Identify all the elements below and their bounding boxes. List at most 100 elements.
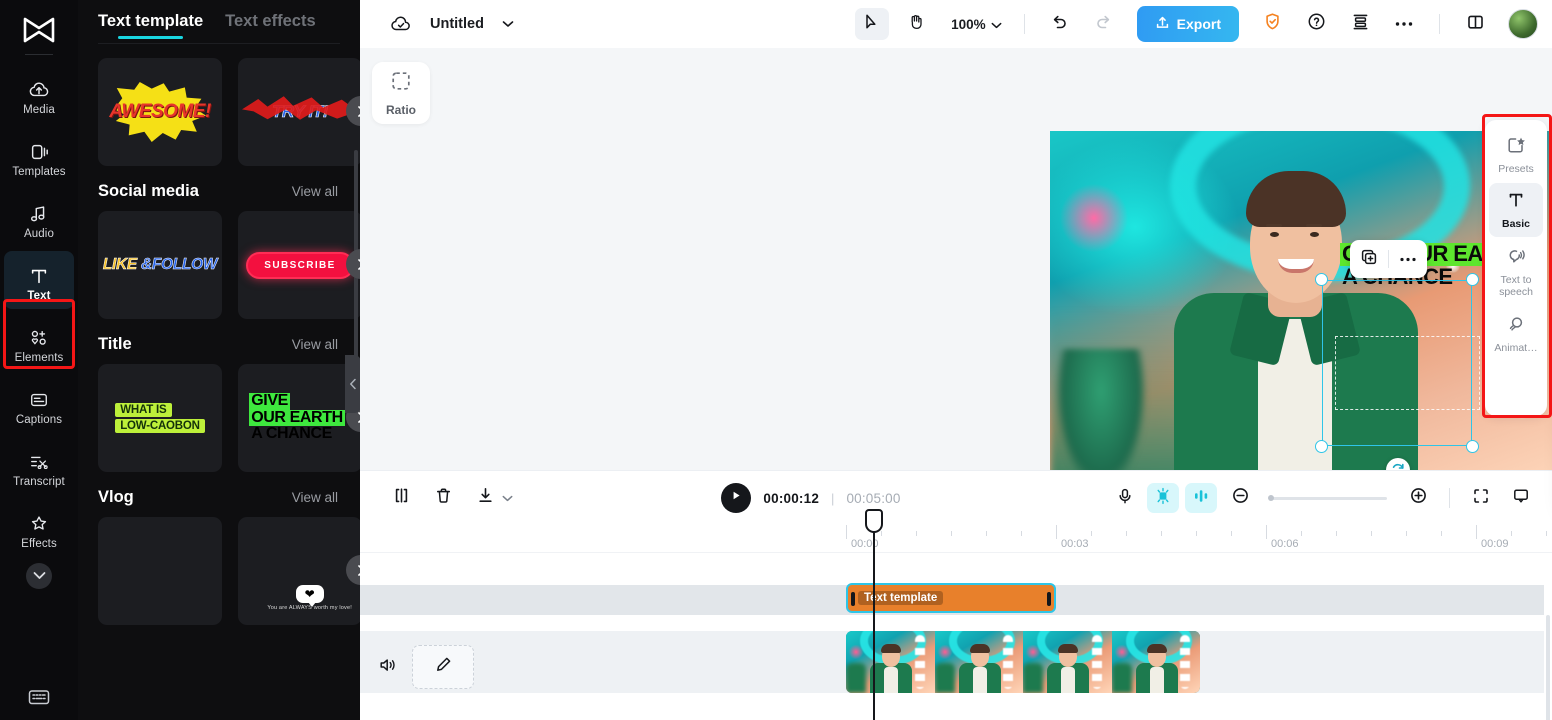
timeline-toolbar: 00:00:12 | 00:05:00 — [360, 471, 1552, 525]
tool-presets[interactable]: Presets — [1489, 128, 1543, 181]
sidebar-divider — [25, 54, 53, 55]
panel-collapse-handle[interactable] — [345, 355, 360, 413]
text-clip[interactable]: Text template — [846, 583, 1056, 613]
selection-box[interactable] — [1315, 273, 1479, 453]
help-button[interactable] — [1299, 8, 1333, 40]
more-horizontal-icon — [1394, 15, 1414, 33]
sidebar-item-templates[interactable]: Templates — [4, 127, 74, 185]
sidebar-expand-button[interactable] — [26, 563, 52, 589]
hand-tool-button[interactable] — [899, 8, 933, 40]
sidebar-item-audio[interactable]: Audio — [4, 189, 74, 247]
more-options-button[interactable] — [1387, 8, 1421, 40]
clip-trim-left[interactable] — [851, 592, 855, 606]
hand-pan-icon — [907, 13, 925, 36]
shield-button[interactable] — [1255, 8, 1289, 40]
audio-mixer-button[interactable] — [1185, 483, 1217, 513]
keyboard-shortcuts-icon[interactable] — [27, 687, 51, 712]
export-button[interactable]: Export — [1136, 6, 1239, 42]
view-all-link[interactable]: View all — [292, 337, 338, 352]
template-card-give-our-earth[interactable]: GIVE OUR EARTH A CHANCE — [238, 364, 360, 472]
canvas-more-button[interactable] — [1389, 240, 1427, 278]
chevron-down-icon[interactable] — [502, 20, 514, 28]
template-thumb-art: ❤ You are ALWAYS worth my love! — [267, 585, 352, 611]
duplicate-button[interactable] — [1350, 240, 1388, 278]
tool-animation[interactable]: Animat… — [1489, 307, 1543, 360]
split-view-button[interactable] — [1458, 8, 1492, 40]
template-card-like-follow[interactable]: LIKE &FOLLOW — [98, 211, 222, 319]
tab-label: Text template — [98, 12, 204, 30]
track-controls — [378, 645, 474, 689]
shield-check-icon — [1263, 12, 1282, 36]
microphone-button[interactable] — [1109, 483, 1141, 513]
template-grid: ❤ You are ALWAYS worth my love! — [98, 517, 360, 625]
template-grid: LIKE &FOLLOW SUBSCRIBE — [98, 211, 360, 319]
crop-ratio-icon — [390, 70, 412, 97]
zoom-in-icon — [1409, 486, 1428, 510]
resize-handle-top-left[interactable] — [1315, 273, 1328, 286]
playhead-knob[interactable] — [865, 509, 883, 533]
volume-icon[interactable] — [378, 656, 398, 679]
view-all-link[interactable]: View all — [292, 184, 338, 199]
resize-handle-top-right[interactable] — [1466, 273, 1479, 286]
sidebar-item-captions[interactable]: Captions — [4, 375, 74, 433]
music-note-icon — [28, 198, 50, 224]
video-preview[interactable]: GIVE OUR EARTH A CHANCE — [1050, 131, 1552, 489]
playhead[interactable] — [865, 509, 883, 720]
timeline-scrollbar[interactable] — [1546, 615, 1550, 720]
capcut-editor: Media Templates Audio Text Elements Capt… — [0, 0, 1552, 720]
tab-text-effects[interactable]: Text effects — [225, 12, 315, 43]
sidebar-item-transcript[interactable]: Transcript — [4, 437, 74, 495]
template-card-awesome[interactable]: AWESOME! — [98, 58, 222, 166]
resize-handle-bottom-right[interactable] — [1466, 440, 1479, 453]
undo-button[interactable] — [1043, 8, 1077, 40]
template-card-what-is-low-carbon[interactable]: WHAT IS LOW-CAOBON — [98, 364, 222, 472]
edit-clip-button[interactable] — [412, 645, 474, 689]
timeline-zoom-slider[interactable] — [1268, 495, 1387, 501]
tool-text-to-speech[interactable]: Text to speech — [1489, 239, 1543, 305]
effects-star-icon — [28, 508, 50, 534]
preview-frame-image — [1050, 131, 1552, 489]
auto-speed-button[interactable] — [1147, 483, 1179, 513]
template-card-subscribe[interactable]: SUBSCRIBE — [238, 211, 360, 319]
view-all-link[interactable]: View all — [292, 490, 338, 505]
split-button[interactable] — [384, 482, 418, 514]
preview-window-button[interactable] — [1504, 482, 1538, 514]
ruler-label: 00:03 — [1061, 538, 1089, 550]
zoom-out-button[interactable] — [1223, 482, 1257, 514]
sidebar-item-effects[interactable]: Effects — [4, 499, 74, 557]
layers-button[interactable] — [1343, 8, 1377, 40]
timeline-zoom-knob[interactable] — [1268, 495, 1274, 501]
project-title[interactable]: Untitled — [430, 16, 484, 32]
template-card-try-it[interactable]: TRY IT! — [238, 58, 360, 166]
resize-handle-bottom-left[interactable] — [1315, 440, 1328, 453]
ratio-button[interactable]: Ratio — [372, 62, 430, 124]
fit-to-screen-button[interactable] — [1464, 482, 1498, 514]
template-thumb-text: GIVE OUR EARTH A CHANCE — [249, 392, 345, 443]
delete-button[interactable] — [426, 482, 460, 514]
video-clip[interactable] — [846, 631, 1200, 693]
chevron-down-icon[interactable] — [502, 495, 513, 502]
zoom-in-button[interactable] — [1401, 482, 1435, 514]
select-tool-button[interactable] — [855, 8, 890, 40]
template-card-vlog-1[interactable] — [98, 517, 222, 625]
cloud-saved-icon[interactable] — [388, 11, 414, 37]
template-thumb-text: WHAT IS LOW-CAOBON — [115, 403, 205, 433]
tool-basic[interactable]: Basic — [1489, 183, 1543, 237]
download-button[interactable] — [468, 482, 502, 514]
zoom-level-selector[interactable]: 100% — [943, 17, 1006, 32]
capcut-logo-icon[interactable] — [16, 10, 62, 50]
clip-thumbnail — [934, 631, 1023, 693]
text-template-panel: Text template Text effects AWESOME! TRY … — [78, 0, 360, 720]
split-panel-icon — [1466, 13, 1485, 36]
redo-button[interactable] — [1087, 8, 1121, 40]
question-circle-icon — [1307, 12, 1326, 36]
tool-label: Basic — [1501, 218, 1531, 231]
template-card-vlog-2[interactable]: ❤ You are ALWAYS worth my love! — [238, 517, 360, 625]
timeline-ruler[interactable]: 00:00 00:03 00:06 00:09 — [360, 525, 1552, 553]
avatar[interactable] — [1508, 9, 1538, 39]
sidebar-item-elements[interactable]: Elements — [4, 313, 74, 371]
play-button[interactable] — [721, 483, 752, 513]
clip-trim-right[interactable] — [1047, 592, 1051, 606]
sidebar-item-media[interactable]: Media — [4, 65, 74, 123]
tab-text-template[interactable]: Text template — [98, 12, 203, 43]
